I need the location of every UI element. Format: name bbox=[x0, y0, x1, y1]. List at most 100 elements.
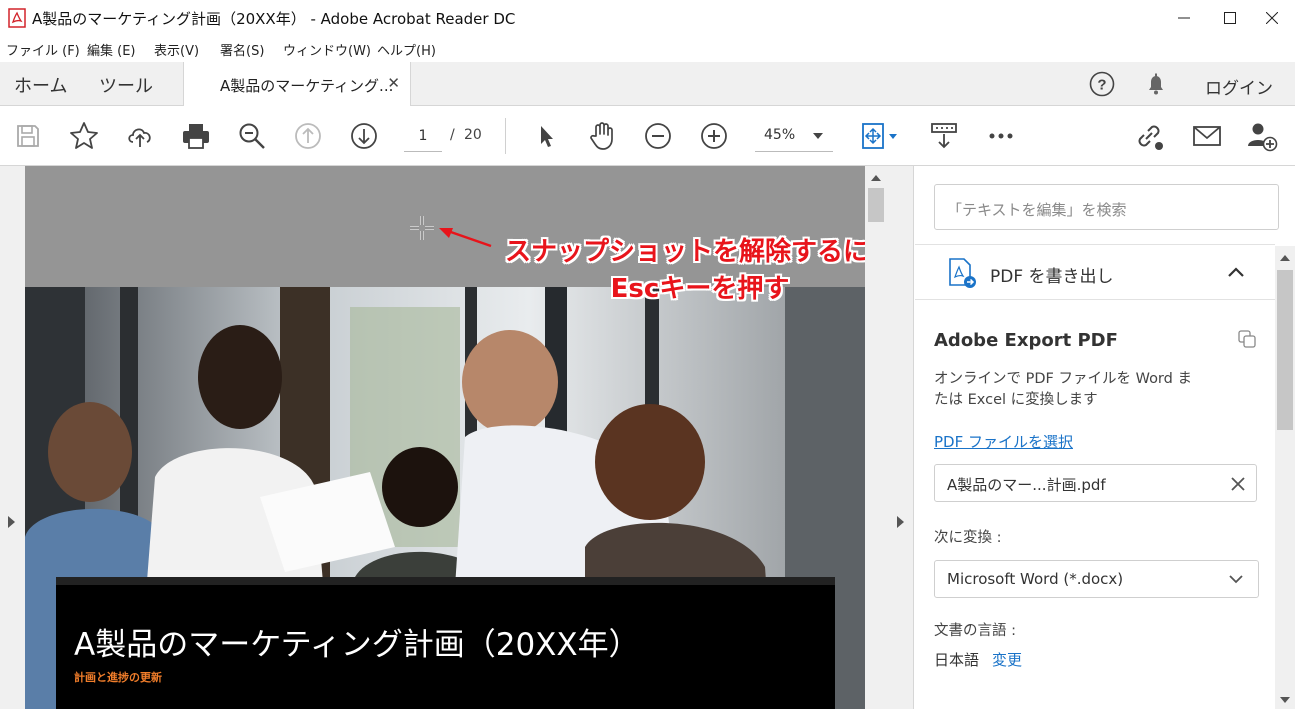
arrow-down-circle-icon bbox=[351, 123, 377, 149]
zoom-search-button[interactable] bbox=[236, 120, 268, 152]
add-user-button[interactable] bbox=[1246, 120, 1278, 152]
menu-file[interactable]: ファイル (F) bbox=[6, 40, 80, 59]
right-panel-toggle[interactable] bbox=[887, 166, 914, 709]
login-button[interactable]: ログイン bbox=[1205, 74, 1273, 99]
collapse-right-panel-icon bbox=[897, 516, 904, 528]
annotation-line-1: スナップショットを解除するには bbox=[504, 237, 895, 267]
minimize-button[interactable] bbox=[1161, 0, 1207, 36]
select-tool-button[interactable] bbox=[530, 120, 562, 152]
cursor-arrow-icon bbox=[541, 126, 553, 147]
previous-page-button[interactable] bbox=[292, 120, 324, 152]
zoom-out-button[interactable] bbox=[642, 120, 674, 152]
remove-file-icon[interactable] bbox=[1231, 477, 1245, 491]
window-title: A製品のマーケティング計画（20XX年） - Adobe Acrobat Rea… bbox=[32, 10, 516, 28]
fit-page-button[interactable] bbox=[858, 120, 904, 152]
convert-to-label: 次に変換 : bbox=[934, 530, 1002, 546]
description-line-1: オンラインで PDF ファイルを Word ま bbox=[934, 371, 1192, 387]
chevron-down-icon bbox=[1229, 575, 1243, 584]
change-language-link[interactable]: 変更 bbox=[992, 649, 1022, 670]
select-pdf-link[interactable]: PDF ファイルを選択 bbox=[934, 431, 1073, 452]
envelope-icon bbox=[1193, 126, 1221, 146]
upload-button[interactable] bbox=[124, 120, 156, 152]
chevron-up-icon[interactable] bbox=[1228, 267, 1244, 277]
document-title: A製品のマーケティング計画（20XX年） bbox=[74, 627, 640, 663]
page-number-input[interactable]: 1 bbox=[404, 122, 442, 152]
document-language-label: 文書の言語 : bbox=[934, 623, 1016, 639]
hand-tool-button[interactable] bbox=[586, 120, 618, 152]
plus-circle-icon bbox=[701, 123, 727, 149]
convert-format-select[interactable]: Microsoft Word (*.docx) bbox=[934, 560, 1259, 598]
panel-scrollbar-thumb[interactable] bbox=[1277, 270, 1293, 430]
search-tools-input[interactable]: 「テキストを編集」を検索 bbox=[934, 184, 1279, 230]
close-tab-icon[interactable]: ✕ bbox=[387, 74, 400, 92]
close-icon bbox=[1266, 12, 1278, 24]
chevron-down-icon bbox=[813, 133, 823, 139]
document-scrollbar[interactable] bbox=[865, 166, 887, 709]
scrollbar-thumb[interactable] bbox=[868, 188, 884, 222]
zoom-out-magnifier-icon bbox=[239, 123, 265, 149]
toolbar-divider bbox=[505, 118, 506, 154]
next-page-button[interactable] bbox=[348, 120, 380, 152]
expand-left-icon bbox=[8, 516, 15, 528]
copy-icon[interactable] bbox=[1238, 330, 1256, 348]
hand-icon bbox=[590, 122, 613, 150]
zoom-in-button[interactable] bbox=[698, 120, 730, 152]
menu-help[interactable]: ヘルプ(H) bbox=[377, 40, 436, 59]
menu-view[interactable]: 表示(V) bbox=[154, 40, 199, 59]
export-pdf-icon bbox=[949, 258, 976, 288]
minus-circle-icon bbox=[645, 123, 671, 149]
cloud-upload-icon bbox=[128, 128, 151, 147]
scroll-mode-button[interactable] bbox=[928, 120, 960, 152]
page-separator: / bbox=[450, 127, 455, 143]
scroll-down-icon bbox=[1280, 697, 1290, 703]
menu-bar: ファイル (F) 編集 (E) 表示(V) 署名(S) ウィンドウ(W) ヘルプ… bbox=[0, 36, 1295, 62]
document-language-value: 日本語 bbox=[934, 651, 980, 669]
tab-home[interactable]: ホーム bbox=[14, 72, 67, 98]
more-tools-button[interactable] bbox=[985, 120, 1017, 152]
export-heading: Adobe Export PDF bbox=[934, 330, 1118, 351]
selected-file-name: A製品のマー...計画.pdf bbox=[947, 476, 1106, 494]
panel-divider-2 bbox=[915, 299, 1275, 300]
fit-page-icon bbox=[862, 123, 897, 149]
document-tab-label: A製品のマーケティング... bbox=[220, 77, 394, 95]
menu-window[interactable]: ウィンドウ(W) bbox=[283, 40, 371, 59]
annotation-arrow bbox=[439, 228, 492, 248]
annotation-line-2: Escキーを押す bbox=[610, 274, 790, 304]
help-icon[interactable]: ? bbox=[1089, 71, 1115, 97]
export-pdf-header[interactable]: PDF を書き出し bbox=[915, 245, 1275, 299]
menu-edit[interactable]: 編集 (E) bbox=[87, 40, 136, 59]
panel-scrollbar[interactable] bbox=[1275, 246, 1295, 709]
tab-document[interactable]: A製品のマーケティング... ✕ bbox=[183, 62, 411, 107]
zoom-level-value: 45% bbox=[764, 127, 796, 143]
scroll-up-icon bbox=[871, 175, 881, 181]
toolbar: 1 / 20 45% bbox=[0, 106, 1295, 166]
bookmark-button[interactable] bbox=[68, 120, 100, 152]
star-icon bbox=[70, 122, 98, 149]
maximize-button[interactable] bbox=[1207, 0, 1253, 36]
crosshair-cursor-icon bbox=[410, 216, 434, 240]
search-placeholder: 「テキストを編集」を検索 bbox=[947, 201, 1127, 219]
add-user-icon bbox=[1248, 123, 1278, 152]
scroll-mode-icon bbox=[931, 123, 957, 149]
zoom-level-select[interactable]: 45% bbox=[755, 122, 833, 152]
description-line-2: たは Excel に変換します bbox=[934, 392, 1098, 408]
left-panel-toggle[interactable] bbox=[0, 166, 25, 709]
title-bar: A製品のマーケティング計画（20XX年） - Adobe Acrobat Rea… bbox=[0, 0, 1295, 36]
svg-text:?: ? bbox=[1097, 77, 1106, 94]
save-button[interactable] bbox=[12, 120, 44, 152]
tab-tools[interactable]: ツール bbox=[99, 72, 153, 98]
printer-icon bbox=[183, 124, 209, 149]
maximize-icon bbox=[1224, 12, 1236, 24]
right-tools-panel: 「テキストを編集」を検索 PDF を書き出し Adobe Export PDF … bbox=[915, 166, 1295, 709]
save-icon bbox=[17, 125, 39, 147]
notification-bell-icon[interactable] bbox=[1143, 71, 1169, 97]
print-button[interactable] bbox=[180, 120, 212, 152]
export-pdf-title: PDF を書き出し bbox=[990, 267, 1114, 287]
minimize-icon bbox=[1178, 17, 1190, 19]
document-subtitle: 計画と進捗の更新 bbox=[74, 671, 162, 684]
share-link-button[interactable] bbox=[1133, 120, 1165, 152]
email-button[interactable] bbox=[1191, 120, 1223, 152]
close-window-button[interactable] bbox=[1249, 0, 1295, 36]
link-icon bbox=[1138, 125, 1163, 150]
menu-sign[interactable]: 署名(S) bbox=[220, 40, 264, 59]
